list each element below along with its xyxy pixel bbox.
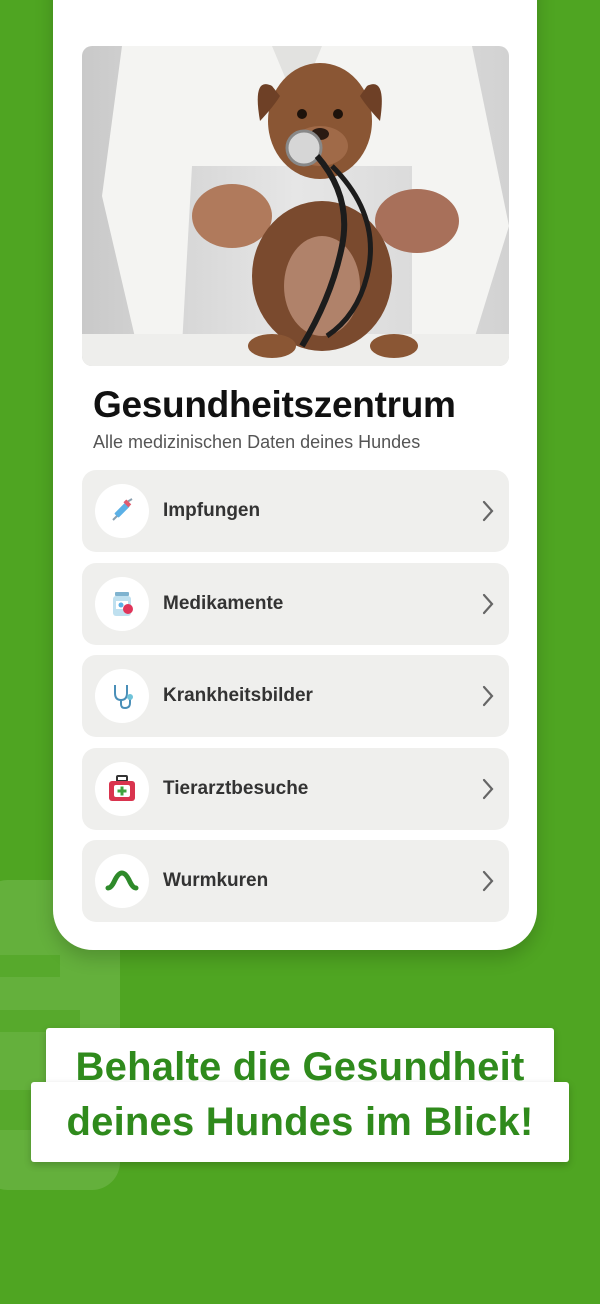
health-menu-list: Impfungen Medikamente Krankheitsbilder T…	[82, 470, 509, 933]
worm-icon	[95, 854, 149, 908]
page-subtitle: Alle medizinischen Daten deines Hundes	[93, 432, 421, 452]
menu-item-label: Krankheitsbilder	[163, 685, 313, 706]
stethoscope-icon	[95, 669, 149, 723]
menu-item-label: Wurmkuren	[163, 870, 269, 891]
hero-image-dog-at-vet	[82, 46, 509, 366]
chevron-right-icon	[482, 685, 494, 707]
chevron-right-icon	[482, 778, 494, 799]
menu-item-label: Impfungen	[163, 500, 261, 521]
phone-screen: Gesundheitszentrum Alle medizinischen Da…	[53, 0, 537, 950]
chevron-right-icon	[482, 870, 494, 892]
medicine-bottle-icon	[95, 576, 149, 631]
banner-line-2: deines Hundes im Blick!	[66, 1100, 534, 1144]
menu-item-impfungen[interactable]: Impfungen	[82, 470, 509, 552]
menu-item-tierarztbesuche[interactable]: Tierarztbesuche	[82, 747, 509, 830]
menu-item-label: Medikamente	[163, 592, 284, 614]
menu-item-krankheitsbilder[interactable]: Krankheitsbilder	[82, 655, 509, 737]
menu-item-wurmkuren[interactable]: Wurmkuren	[82, 840, 509, 922]
banner-line-1: Behalte die Gesundheit	[75, 1045, 525, 1089]
chevron-right-icon	[482, 500, 494, 522]
chevron-right-icon	[482, 593, 494, 614]
promo-banner-headline: Behalte die Gesundheit deines Hundes im …	[31, 1040, 569, 1150]
menu-item-label: Tierarztbesuche	[163, 777, 309, 799]
menu-item-medikamente[interactable]: Medikamente	[82, 562, 509, 645]
first-aid-kit-icon	[95, 761, 149, 816]
page-title: Gesundheitszentrum	[93, 384, 456, 425]
syringe-icon	[95, 484, 149, 538]
